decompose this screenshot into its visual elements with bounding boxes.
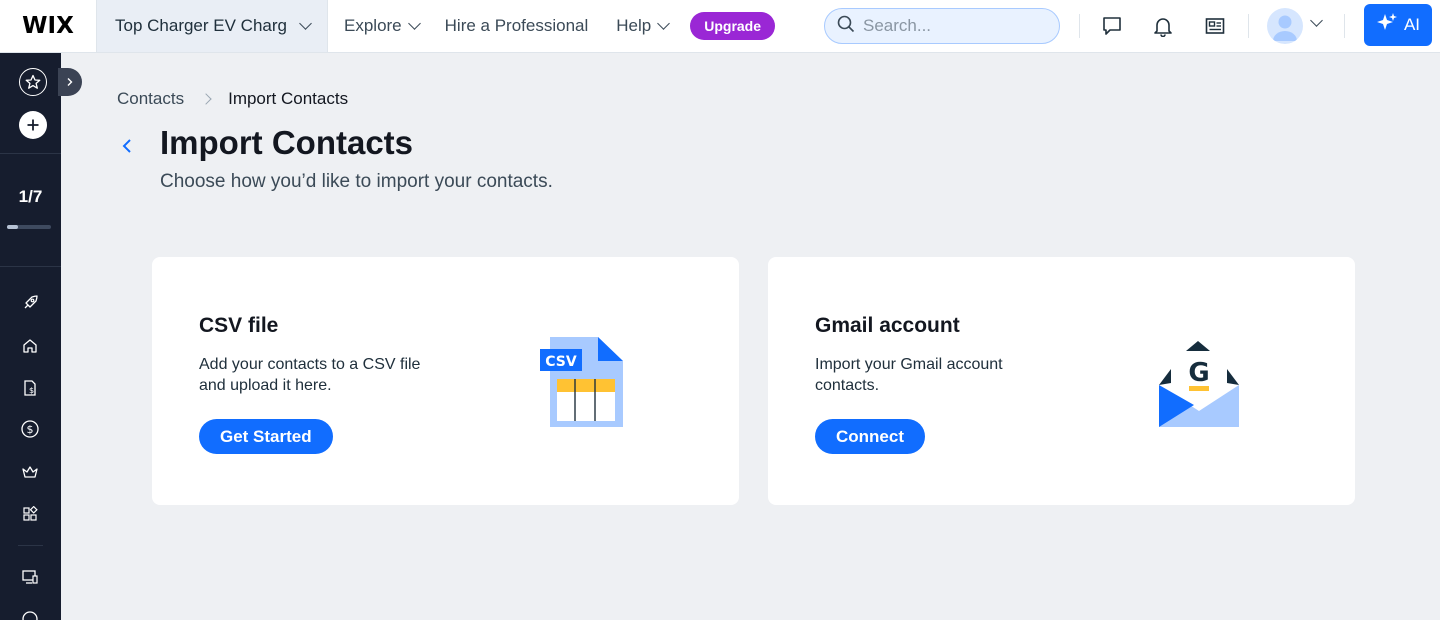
csv-card-title: CSV file [199,314,279,337]
csv-import-card: CSV file Add your contacts to a CSV file… [152,257,739,505]
wix-logo[interactable]: WIX [0,0,96,52]
chevron-left-icon [122,139,131,153]
nav-hire-professional[interactable]: Hire a Professional [445,16,589,36]
chevron-down-icon [657,17,671,30]
devices-icon[interactable] [20,567,40,587]
nav-help-label: Help [616,16,652,35]
nav-explore-label: Explore [344,16,402,35]
nav-explore[interactable]: Explore [344,16,421,36]
page-title: Import Contacts [160,124,414,161]
news-icon[interactable] [1203,14,1227,38]
breadcrumb: Contacts Import Contacts [117,89,348,109]
sidebar-expand-button[interactable] [58,68,82,96]
divider [1248,14,1249,38]
gmail-envelope-icon: G [1156,339,1242,436]
ai-button[interactable]: AI [1364,4,1432,46]
star-icon[interactable] [19,68,47,96]
sidebar: 1/7 $ $ [0,53,82,620]
divider [0,153,61,154]
chevron-right-icon [200,93,212,105]
gmail-card-title: Gmail account [815,314,960,337]
home-icon[interactable] [20,336,40,356]
divider [1344,14,1345,38]
more-icon[interactable] [20,609,40,620]
dollar-icon[interactable]: $ [20,419,40,439]
setup-progress-fill [7,225,18,229]
get-started-button[interactable]: Get Started [199,419,333,454]
search-input[interactable] [863,16,1043,36]
upgrade-button[interactable]: Upgrade [690,12,776,40]
sparkle-icon [1376,12,1398,39]
search-box[interactable] [824,8,1060,44]
apps-icon[interactable] [20,504,40,524]
svg-text:$: $ [29,386,34,395]
connect-button[interactable]: Connect [815,419,925,454]
svg-text:$: $ [27,423,34,436]
gmail-g-label: G [1188,358,1209,388]
search-icon [837,15,855,38]
ai-label: AI [1403,15,1421,34]
breadcrumb-contacts[interactable]: Contacts [117,89,184,109]
site-selector[interactable]: Top Charger EV Charg [96,0,328,52]
breadcrumb-current: Import Contacts [228,89,349,108]
chat-icon[interactable] [1100,14,1124,38]
divider [18,545,43,546]
avatar[interactable] [1267,8,1303,44]
chevron-down-icon [407,17,421,30]
setup-progress-text[interactable]: 1/7 [0,187,61,207]
chevron-down-icon [299,17,312,30]
invoice-icon[interactable]: $ [20,378,40,398]
csv-file-icon: CSV [537,335,627,434]
back-button[interactable] [118,136,138,156]
csv-card-description: Add your contacts to a CSV file and uplo… [199,356,421,394]
site-name: Top Charger EV Charg [115,16,287,35]
rocket-icon[interactable] [20,293,40,313]
csv-file-label: CSV [545,354,577,370]
divider [1079,14,1080,38]
nav-help[interactable]: Help [616,16,671,36]
nav-hire-label: Hire a Professional [444,16,589,35]
gmail-card-description: Import your Gmail account contacts. [815,356,1003,394]
plus-icon[interactable] [19,111,47,139]
divider [0,266,61,267]
setup-progress-bar [7,225,51,229]
crown-icon[interactable] [20,462,40,482]
gmail-import-card: Gmail account Import your Gmail account … [768,257,1355,505]
bell-icon[interactable] [1151,14,1175,38]
chevron-down-icon[interactable] [1310,14,1323,27]
page-subtitle: Choose how you’d like to import your con… [160,171,553,192]
top-bar: WIX Top Charger EV Charg Explore Hire a … [0,0,1440,53]
